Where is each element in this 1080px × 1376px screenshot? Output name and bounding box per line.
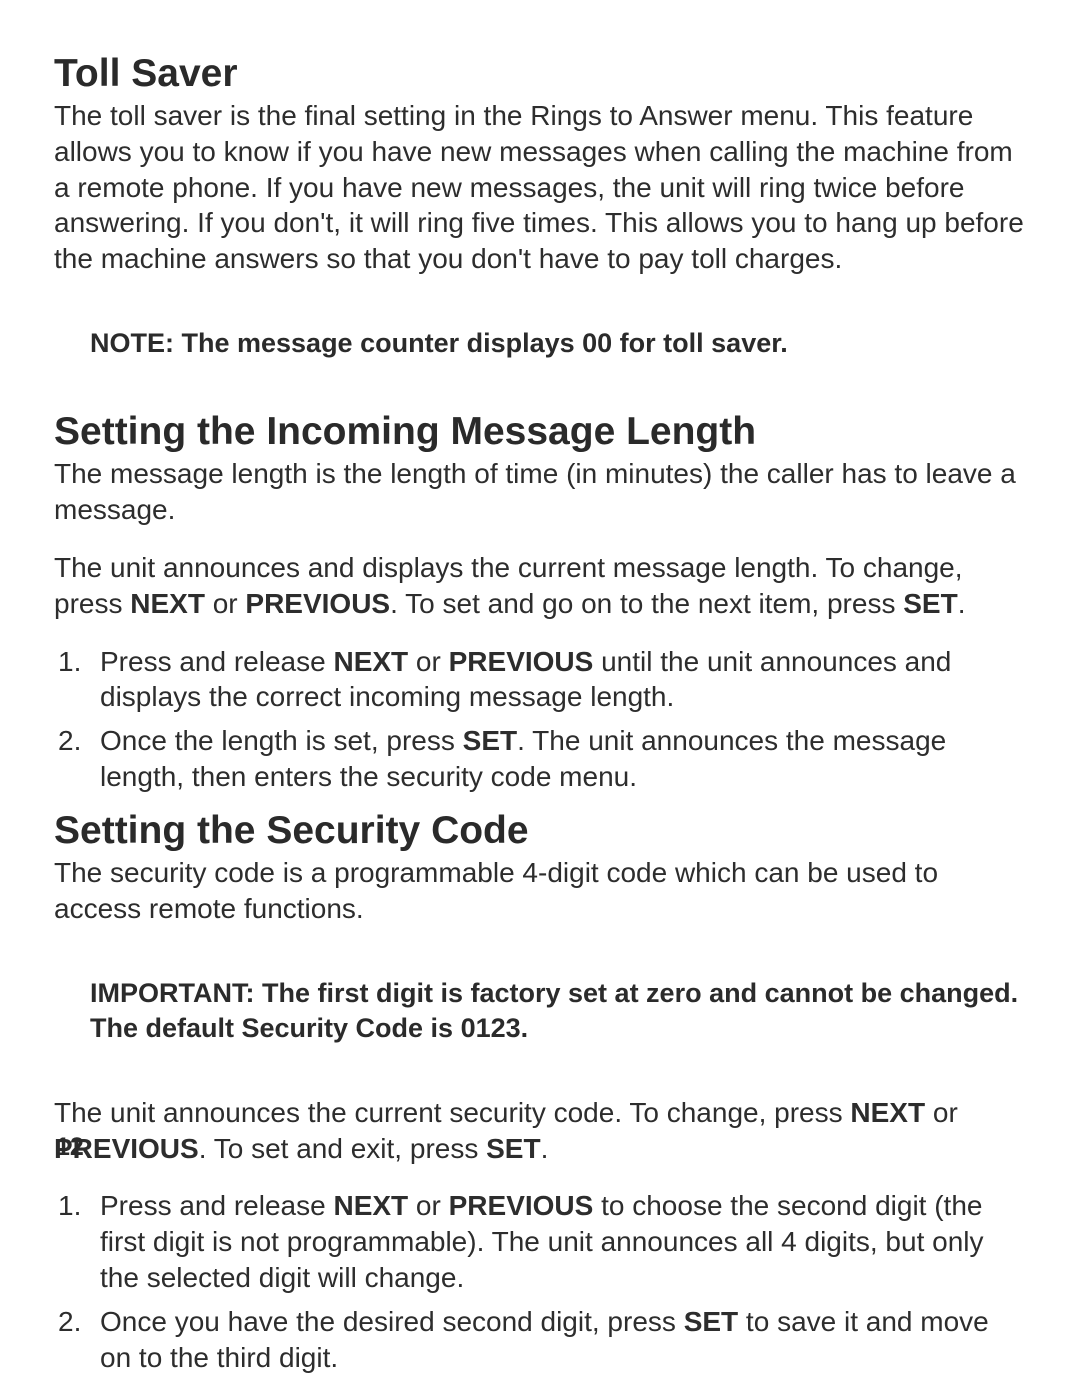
text: . [958,588,966,619]
list-item: Press and release NEXT or PREVIOUS until… [92,644,1026,716]
security-code-intro: The security code is a programmable 4-di… [54,855,1026,927]
heading-msg-length: Setting the Incoming Message Length [54,410,1026,454]
text: Press and release [100,1190,333,1221]
kw-set: SET [463,725,517,756]
text: Once you have the desired second digit, … [100,1306,684,1337]
text: Once the length is set, press [100,725,463,756]
security-code-steps: Press and release NEXT or PREVIOUS to ch… [54,1188,1026,1375]
page-number: 12 [56,1133,84,1162]
kw-previous: PREVIOUS [449,646,594,677]
msg-length-steps: Press and release NEXT or PREVIOUS until… [54,644,1026,795]
kw-previous: PREVIOUS [449,1190,594,1221]
kw-previous: PREVIOUS [245,588,390,619]
kw-set: SET [486,1133,540,1164]
list-item: Press and release NEXT or PREVIOUS to ch… [92,1188,1026,1295]
security-code-important: IMPORTANT: The first digit is factory se… [90,976,1026,1046]
text: . [541,1133,549,1164]
msg-length-intro: The message length is the length of time… [54,456,1026,528]
list-item: Once the length is set, press SET. The u… [92,723,1026,795]
kw-next: NEXT [850,1097,925,1128]
text: . To set and exit, press [199,1133,486,1164]
heading-toll-saver: Toll Saver [54,52,1026,96]
heading-security-code: Setting the Security Code [54,809,1026,853]
toll-saver-body: The toll saver is the final setting in t… [54,98,1026,277]
kw-set: SET [903,588,957,619]
text: or [925,1097,958,1128]
kw-set: SET [684,1306,738,1337]
text: or [205,588,245,619]
list-item: Once you have the desired second digit, … [92,1304,1026,1376]
text: Press and release [100,646,333,677]
toll-saver-note: NOTE: The message counter displays 00 fo… [90,326,1026,361]
kw-next: NEXT [333,646,408,677]
text: or [408,1190,448,1221]
kw-next: NEXT [130,588,205,619]
kw-next: NEXT [333,1190,408,1221]
text: or [408,646,448,677]
manual-page: Toll Saver The toll saver is the final s… [0,0,1080,1296]
security-code-announce: The unit announces the current security … [54,1095,1026,1167]
text: The unit announces the current security … [54,1097,850,1128]
text: . To set and go on to the next item, pre… [390,588,903,619]
msg-length-announce: The unit announces and displays the curr… [54,550,1026,622]
